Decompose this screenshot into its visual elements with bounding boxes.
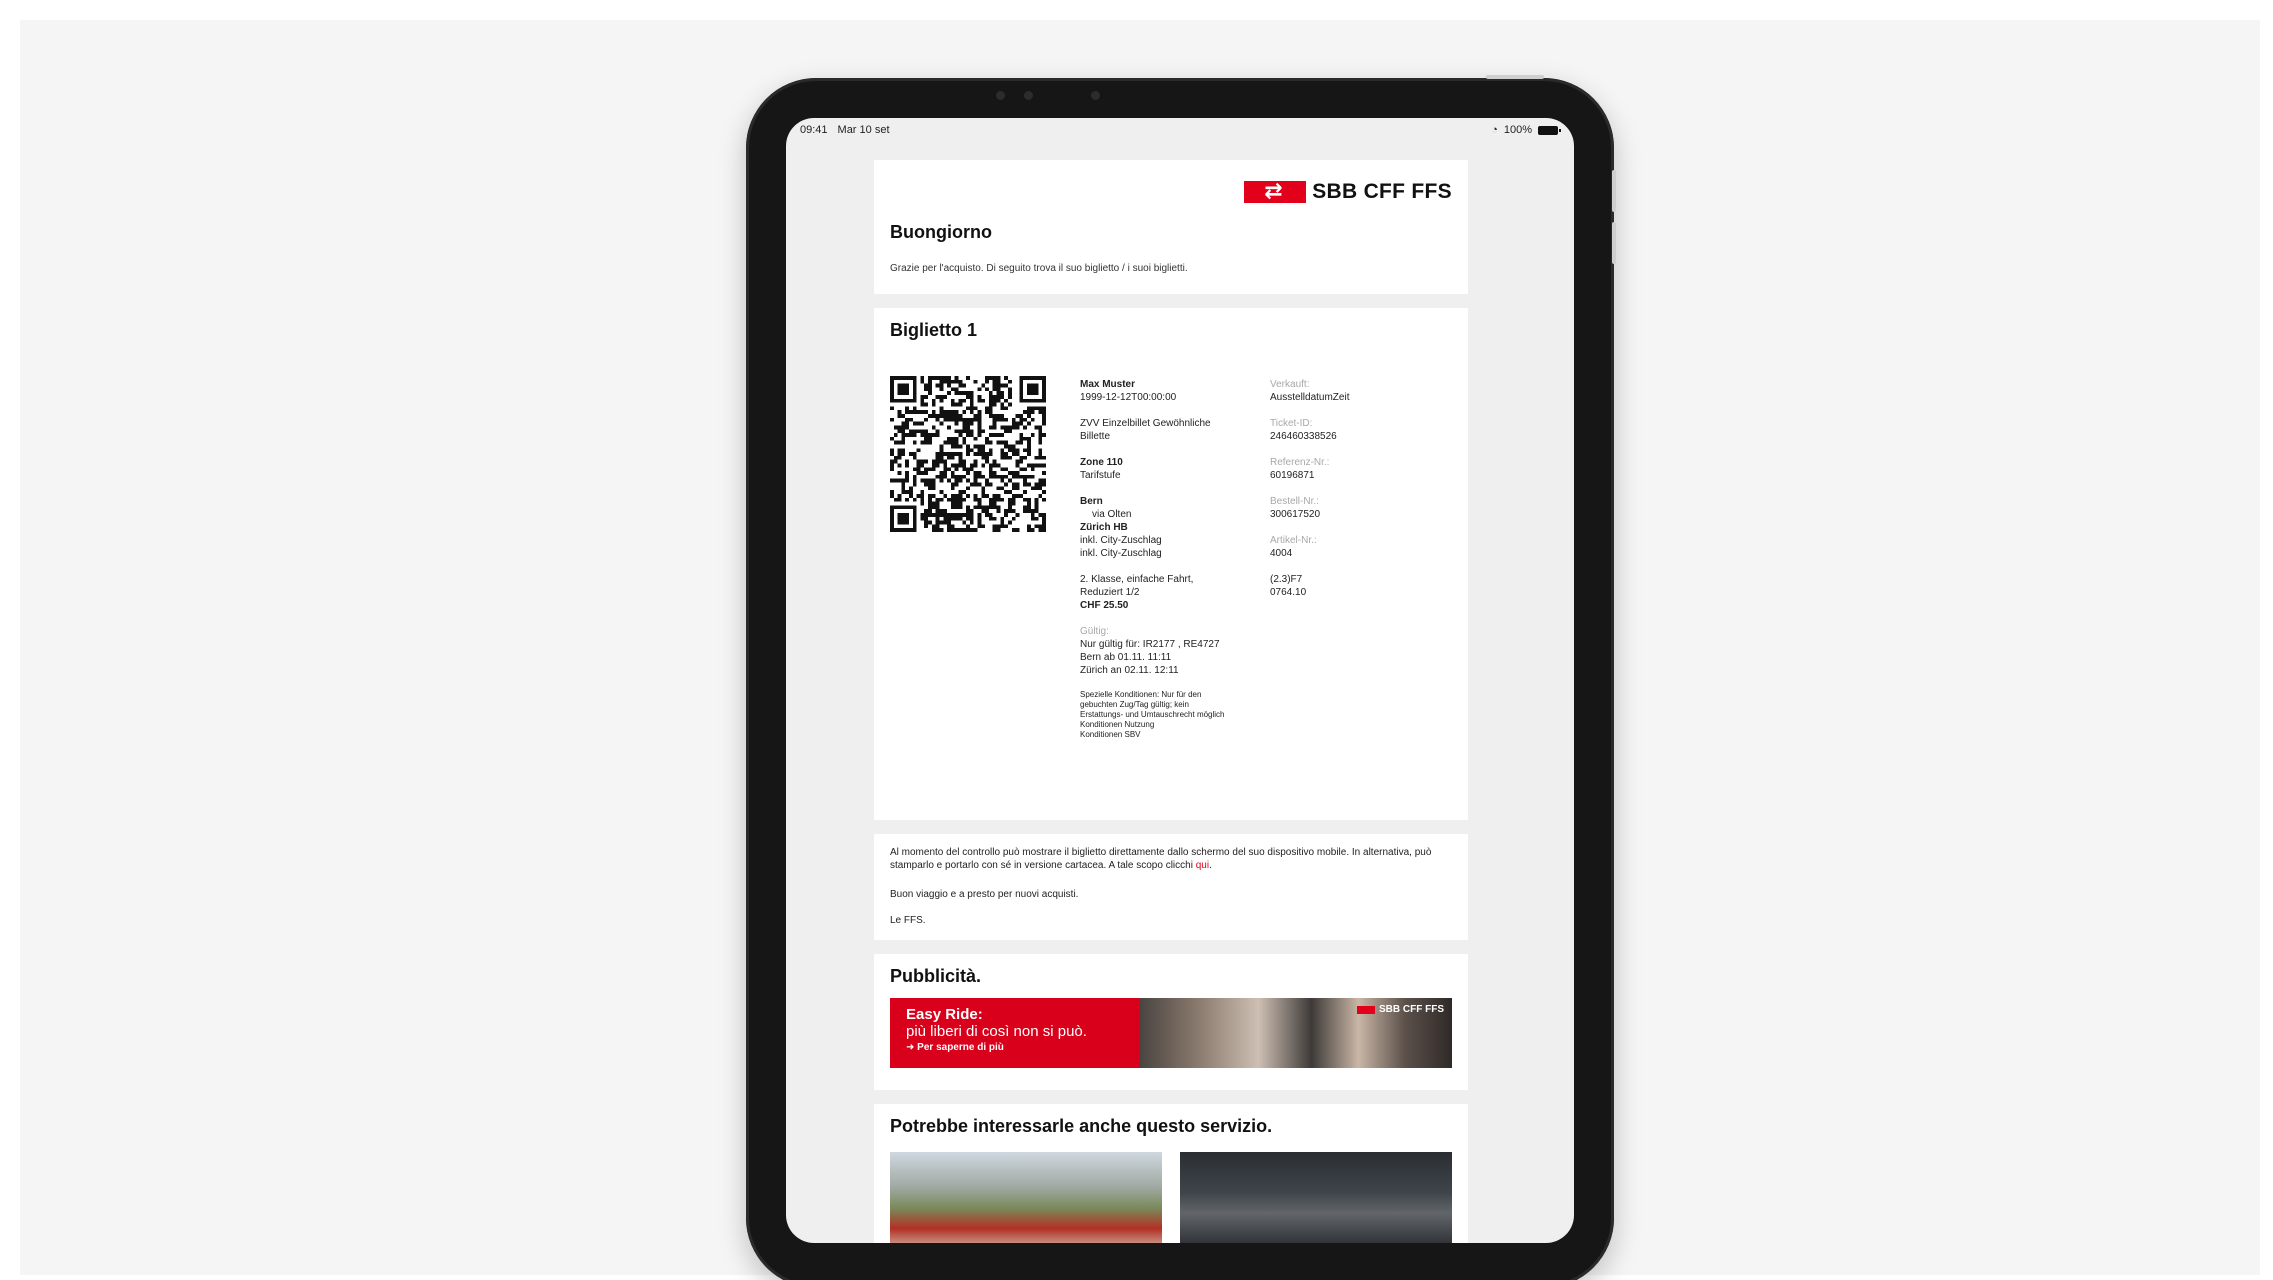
greeting-title: Buongiorno — [890, 222, 992, 242]
ticket-meta: Verkauft: AusstelldatumZeit Ticket-ID: 2… — [1270, 378, 1450, 612]
route-to: Zürich HB — [1080, 522, 1128, 533]
easy-ride-banner[interactable]: Easy Ride: più liberi di così non si può… — [890, 998, 1452, 1068]
banner-logo: SBB CFF FFS — [1357, 1004, 1444, 1015]
meta-value: 300617520 — [1270, 509, 1321, 520]
banner-logo-text: SBB CFF FFS — [1379, 1004, 1444, 1015]
banner-title: Easy Ride: — [906, 1006, 983, 1023]
ticket-title: Biglietto 1 — [890, 320, 978, 340]
banner-cta-label: Per saperne di più — [917, 1042, 1004, 1053]
meta-label: Referenz-Nr.: — [1270, 457, 1330, 468]
status-date: Mar 10 set — [837, 124, 890, 136]
route-from: Bern — [1080, 496, 1103, 507]
validity-line: Zürich an 02.11. 12:11 — [1080, 665, 1179, 676]
route-via: via Olten — [1092, 509, 1132, 520]
banner-cta[interactable]: ➜ Per saperne di più — [906, 1042, 1124, 1053]
camera-icon — [1091, 91, 1100, 100]
validity-label: Gültig: — [1080, 626, 1109, 637]
advertising-title: Pubblicità. — [890, 966, 982, 986]
meta-value: 60196871 — [1270, 470, 1315, 481]
conditions: Spezielle Konditionen: Nur für den gebuc… — [1080, 690, 1260, 740]
wifi-icon: ◔ — [1491, 124, 1498, 136]
ticket-details: Max Muster 1999-12-12T00:00:00 ZVV Einze… — [1080, 378, 1260, 753]
condition-line: Erstattungs- und Umtauschrecht möglich — [1080, 710, 1225, 719]
email-content[interactable]: SBB CFF FFS Buongiorno Grazie per l'acqu… — [874, 160, 1468, 1243]
meta-label: Artikel-Nr.: — [1270, 535, 1317, 546]
battery-icon — [1538, 125, 1561, 135]
sbb-logo-text: SBB CFF FFS — [1312, 180, 1452, 203]
greeting-intro: Grazie per l'acquisto. Di seguito trova … — [890, 263, 1188, 274]
message-card: Al momento del controllo può mostrare il… — [874, 834, 1468, 940]
passenger-birth: 1999-12-12T00:00:00 — [1080, 392, 1177, 403]
meta-value: 246460338526 — [1270, 431, 1337, 442]
top-button — [1486, 75, 1544, 79]
battery-percent: 100% — [1503, 124, 1532, 136]
ticket-code: (2.3)F7 — [1270, 574, 1303, 585]
service-image-train-station[interactable] — [890, 1152, 1162, 1243]
condition-line: gebuchten Zug/Tag gültig; kein — [1080, 700, 1189, 709]
route-incl: inkl. City-Zuschlag — [1080, 535, 1162, 546]
page-background: 09:41 Mar 10 set ◔ 100% SBB CFF FFS Buon… — [20, 20, 2260, 1280]
route-incl: inkl. City-Zuschlag — [1080, 548, 1162, 559]
validity-line: Nur gültig für: IR2177 , RE4727 — [1080, 639, 1220, 650]
volume-up-button — [1612, 170, 1616, 212]
sensor-dot — [996, 91, 1005, 100]
ipad-frame: 09:41 Mar 10 set ◔ 100% SBB CFF FFS Buon… — [746, 75, 1616, 1280]
sensor-dot — [1024, 91, 1033, 100]
advertising-card: Pubblicità. Easy Ride: più liberi di cos… — [874, 954, 1468, 1090]
meta-label: Bestell-Nr.: — [1270, 496, 1319, 507]
greeting-card: SBB CFF FFS Buongiorno Grazie per l'acqu… — [874, 160, 1468, 294]
ticket-code: 0764.10 — [1270, 587, 1307, 598]
validity-line: Bern ab 01.11. 11:11 — [1080, 652, 1172, 663]
meta-label: Ticket-ID: — [1270, 418, 1313, 429]
zone-sub: Tarifstufe — [1080, 470, 1121, 481]
services-title: Potrebbe interessarle anche questo servi… — [890, 1116, 1273, 1136]
meta-value: AusstelldatumZeit — [1270, 392, 1350, 403]
banner-subtitle: più liberi di così non si può. — [906, 1023, 1087, 1040]
fare-line: 2. Klasse, einfache Fahrt, — [1080, 574, 1194, 585]
ticket-card: Biglietto 1 Max Muster 1999-12-12T00:00:… — [874, 308, 1468, 820]
meta-value: 4004 — [1270, 548, 1293, 559]
services-card: Potrebbe interessarle anche questo servi… — [874, 1104, 1468, 1243]
here-link[interactable]: qui — [1196, 860, 1209, 871]
fare-price: CHF 25.50 — [1080, 600, 1129, 611]
condition-line: Konditionen Nutzung — [1080, 720, 1155, 729]
status-bar: 09:41 Mar 10 set ◔ 100% — [786, 118, 1574, 142]
product-line: ZVV Einzelbillet Gewöhnliche — [1080, 418, 1211, 429]
condition-line: Spezielle Konditionen: Nur für den — [1080, 690, 1202, 699]
sbb-logo: SBB CFF FFS — [1244, 178, 1452, 204]
meta-label: Verkauft: — [1270, 379, 1310, 390]
control-info-text: Al momento del controllo può mostrare il… — [890, 847, 1432, 871]
service-image-travelers[interactable] — [1180, 1152, 1452, 1243]
banner-text-panel: Easy Ride: più liberi di così non si può… — [890, 998, 1140, 1068]
device-screen[interactable]: 09:41 Mar 10 set ◔ 100% SBB CFF FFS Buon… — [786, 118, 1574, 1243]
qr-code — [890, 376, 1046, 532]
passenger-name: Max Muster — [1080, 379, 1136, 390]
fare-line: Reduziert 1/2 — [1080, 587, 1140, 598]
product-line: Billette — [1080, 431, 1111, 442]
status-time: 09:41 — [800, 124, 828, 136]
sbb-logo-icon — [1357, 1005, 1375, 1014]
sbb-logo-icon — [1244, 178, 1307, 204]
signature-text: Le FFS. — [890, 915, 926, 926]
condition-line: Konditionen SBV — [1080, 730, 1141, 739]
control-info-end: . — [1209, 860, 1212, 871]
control-info: Al momento del controllo può mostrare il… — [890, 846, 1456, 872]
farewell-text: Buon viaggio e a presto per nuovi acquis… — [890, 889, 1079, 900]
volume-down-button — [1612, 222, 1616, 264]
zone-name: Zone 110 — [1080, 457, 1123, 468]
